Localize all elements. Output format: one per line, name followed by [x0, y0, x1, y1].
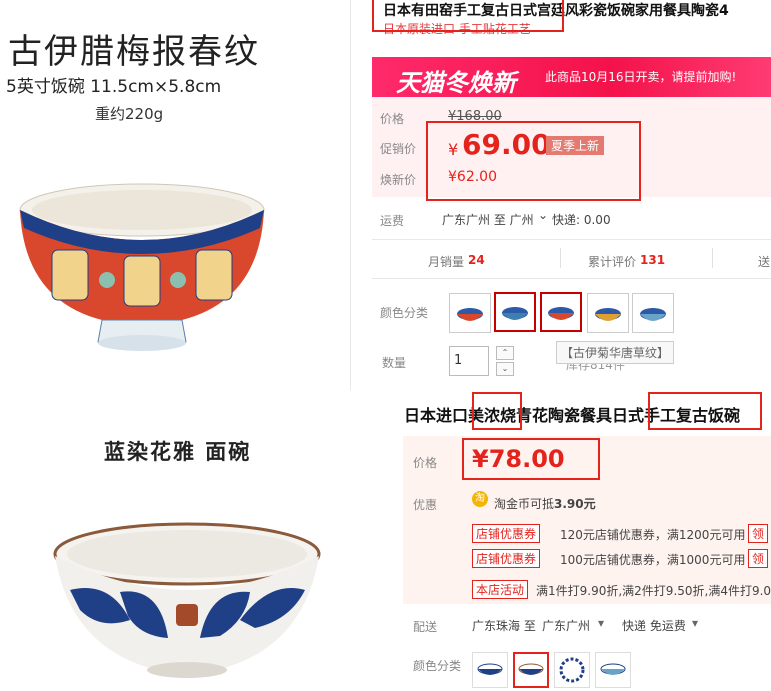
product-size-text: 5英寸饭碗 11.5cm×5.8cm — [6, 77, 222, 97]
shipping-label: 运费 — [380, 214, 405, 228]
new-price-label: 焕新价 — [380, 173, 417, 187]
product-title-left-bottom: 蓝染花雅 面碗 — [104, 440, 252, 464]
activity-text: 满1件打9.90折,满2件打9.50折,满4件打9.0 — [536, 584, 771, 598]
quantity-increase-button[interactable]: ⌃ — [496, 346, 514, 360]
quantity-input[interactable]: 1 — [449, 346, 489, 376]
discount-label: 优惠 — [413, 498, 438, 512]
coupon-text-2: 100元店铺优惠券，满1000元可用 — [560, 553, 746, 567]
coin-text: 淘金币可抵 — [494, 497, 555, 511]
shipping-route[interactable]: 广东广州 至 广州 — [442, 211, 534, 228]
delivery-method-dropdown-icon[interactable]: ▾ — [692, 616, 698, 630]
noodle-bowl-image — [53, 522, 321, 678]
coupon-text-1: 120元店铺优惠券，满1200元可用 — [560, 528, 746, 542]
product-weight-text: 重约220g — [95, 105, 164, 123]
color-tooltip: 【古伊菊华唐草纹】 — [556, 341, 675, 364]
reviews-label[interactable]: 累计评价 — [588, 253, 636, 270]
taobao-coin-icon: 淘 — [472, 491, 488, 507]
highlight-box-handmade — [648, 392, 762, 430]
claim-coupon-1-button[interactable]: 领 — [748, 524, 769, 543]
color-thumb-1[interactable] — [449, 293, 491, 333]
delivery-dropdown-icon[interactable]: ▾ — [598, 616, 604, 630]
product-title-left-top: 古伊腊梅报春纹 — [8, 32, 260, 72]
coin-amount: 3.90元 — [554, 497, 596, 511]
delivery-to[interactable]: 广东广州 — [542, 617, 590, 634]
coupon-tag-2[interactable]: 店铺优惠券 — [472, 549, 541, 568]
monthly-sales-label: 月销量 — [428, 255, 465, 269]
banner-text: 此商品10月16日开卖，请提前加购! — [545, 70, 737, 84]
delivery-from: 广东珠海 至 — [472, 619, 536, 633]
color-option-label: 颜色分类 — [380, 306, 429, 320]
color-thumb-4[interactable] — [587, 293, 629, 333]
tmall-logo: 天猫冬焕新 — [396, 69, 516, 97]
shipping-dropdown-icon[interactable]: ⌄ — [538, 208, 548, 222]
highlight-box-meinong — [472, 392, 522, 430]
highlight-box-price — [426, 121, 641, 201]
color-thumb-3[interactable] — [540, 292, 582, 332]
highlight-box-title — [372, 0, 564, 32]
divider — [372, 239, 771, 240]
divider — [560, 248, 561, 268]
bottom-thumb-1[interactable] — [472, 652, 508, 688]
quantity-decrease-button[interactable]: ⌄ — [496, 362, 514, 376]
delivery-method[interactable]: 快递 免运费 — [622, 617, 686, 634]
bottom-thumb-3[interactable] — [554, 652, 590, 688]
highlight-box-price-bottom — [462, 438, 600, 480]
divider — [712, 248, 713, 268]
gift-label: 送 — [758, 255, 771, 269]
shipping-fee: 快递: 0.00 — [552, 213, 611, 227]
divider — [372, 278, 771, 279]
color-option-label-bottom: 颜色分类 — [413, 659, 462, 673]
vertical-divider — [350, 0, 351, 390]
color-thumb-2-selected[interactable] — [494, 292, 536, 332]
quantity-label: 数量 — [382, 356, 407, 370]
promo-price-label: 促销价 — [380, 142, 417, 156]
color-thumb-5[interactable] — [632, 293, 674, 333]
claim-coupon-2-button[interactable]: 领 — [748, 549, 769, 568]
rice-bowl-image — [19, 183, 265, 351]
delivery-label: 配送 — [413, 620, 438, 634]
bottom-thumb-2-selected[interactable] — [513, 652, 549, 688]
monthly-sales-value: 24 — [468, 253, 485, 267]
price-label-bottom: 价格 — [413, 456, 438, 470]
bottom-thumb-4[interactable] — [595, 652, 631, 688]
activity-tag: 本店活动 — [472, 580, 529, 599]
coupon-tag-1[interactable]: 店铺优惠券 — [472, 524, 541, 543]
reviews-value[interactable]: 131 — [640, 253, 665, 267]
price-label: 价格 — [380, 112, 405, 126]
